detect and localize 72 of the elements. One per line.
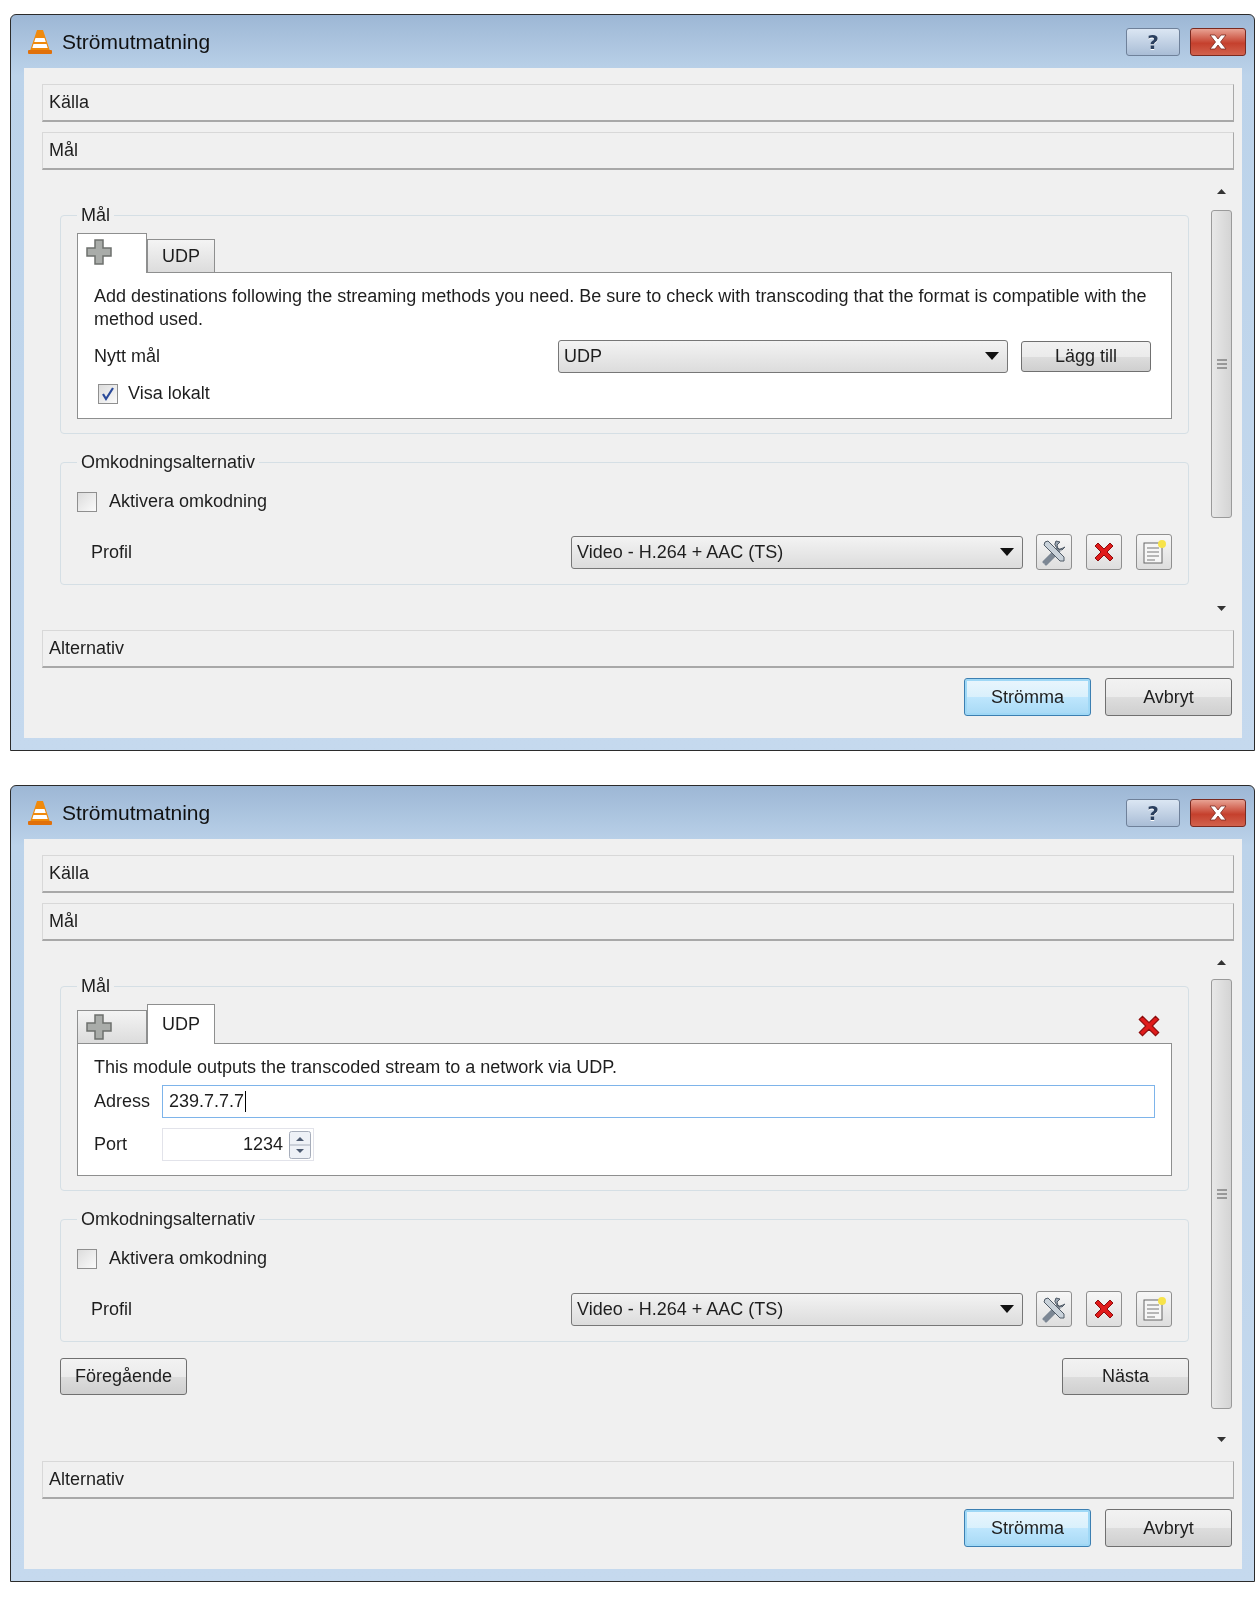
add-button[interactable]: Lägg till xyxy=(1021,340,1151,372)
edit-profile-button[interactable] xyxy=(1036,534,1072,570)
new-profile-button[interactable] xyxy=(1136,534,1172,570)
dialog-button[interactable]: Strömma xyxy=(964,678,1091,716)
checkbox-label: Visa lokalt xyxy=(128,383,210,404)
window-title: Strömutmatning xyxy=(62,800,212,825)
dialog-button[interactable]: Strömma xyxy=(964,1509,1091,1547)
dropdown[interactable]: UDP xyxy=(558,339,1008,373)
checkbox-label: Aktivera omkodning xyxy=(109,1248,268,1269)
group-title: Omkodningsalternativ xyxy=(80,452,257,473)
grip-icon xyxy=(1215,359,1228,369)
tools-icon xyxy=(1040,1295,1068,1323)
delete-profile-button[interactable] xyxy=(1086,534,1122,570)
description-text: Add destinations following the streaming methods you need. Be sure to check with transcoding that the format is compatible with the method used. xyxy=(94,285,1148,331)
plus-icon xyxy=(86,239,112,265)
profile-dropdown[interactable]: Video - H.264 + AAC (TS) xyxy=(571,1292,1023,1326)
field-label: Adress xyxy=(94,1091,150,1112)
previous-button[interactable]: Föregående xyxy=(60,1358,187,1395)
delete-icon xyxy=(1092,540,1116,564)
spinner-arrows-icon[interactable] xyxy=(289,1130,311,1159)
checkbox[interactable] xyxy=(77,1248,97,1269)
close-icon xyxy=(1207,803,1229,822)
window-title: Strömutmatning xyxy=(62,29,212,54)
new-profile-button[interactable] xyxy=(1136,1291,1172,1327)
add-tab[interactable] xyxy=(77,233,147,273)
section-header[interactable]: Mål xyxy=(42,903,1234,941)
field-label: Nytt mål xyxy=(94,345,161,367)
tab[interactable]: UDP xyxy=(147,239,215,272)
section-header[interactable]: Källa xyxy=(42,84,1234,122)
traffic-cone-icon xyxy=(28,28,52,55)
section-header[interactable]: Källa xyxy=(42,855,1234,893)
checkbox[interactable] xyxy=(77,491,97,512)
document-icon xyxy=(1141,1296,1167,1322)
close-icon xyxy=(1207,32,1229,51)
edit-profile-button[interactable] xyxy=(1036,1291,1072,1327)
document-icon xyxy=(1141,539,1167,565)
port-field[interactable]: 1234 xyxy=(162,1128,314,1161)
field-label: Profil xyxy=(91,1298,133,1320)
next-button[interactable]: Nästa xyxy=(1062,1358,1189,1395)
group-title: Mål xyxy=(80,976,111,997)
caret-icon xyxy=(985,352,999,360)
field-label: Port xyxy=(94,1134,128,1155)
scrollbar-thumb[interactable] xyxy=(1211,979,1232,1409)
dialog-button[interactable]: Avbryt xyxy=(1105,1509,1232,1547)
dialog-button[interactable]: Avbryt xyxy=(1105,678,1232,716)
section-header[interactable]: Alternativ xyxy=(42,1461,1234,1499)
tab[interactable]: UDP xyxy=(147,1004,215,1044)
section-header[interactable]: Alternativ xyxy=(42,630,1234,668)
add-tab[interactable] xyxy=(77,1010,147,1043)
grip-icon xyxy=(1215,1189,1228,1199)
caret-icon xyxy=(1000,1305,1014,1313)
group-title: Mål xyxy=(80,205,111,226)
group-title: Omkodningsalternativ xyxy=(80,1209,257,1230)
plus-icon xyxy=(86,1014,112,1040)
traffic-cone-icon xyxy=(28,799,52,826)
checkbox-label: Aktivera omkodning xyxy=(109,491,268,512)
close-button[interactable] xyxy=(1190,27,1246,56)
section-header[interactable]: Mål xyxy=(42,132,1234,170)
checkbox[interactable] xyxy=(98,383,118,404)
delete-profile-button[interactable] xyxy=(1086,1291,1122,1327)
address-field[interactable]: 239.7.7.7 xyxy=(162,1085,1155,1118)
close-button[interactable] xyxy=(1190,798,1246,827)
help-button[interactable]: ? xyxy=(1126,27,1180,56)
description-text: This module outputs the transcoded stream to a network via UDP. xyxy=(94,1056,618,1079)
remove-icon xyxy=(1136,1013,1162,1039)
caret-icon xyxy=(1000,548,1014,556)
scrollbar-thumb[interactable] xyxy=(1211,210,1232,518)
help-button[interactable]: ? xyxy=(1126,798,1180,827)
profile-dropdown[interactable]: Video - H.264 + AAC (TS) xyxy=(571,535,1023,569)
field-label: Profil xyxy=(91,541,133,563)
delete-icon xyxy=(1092,1297,1116,1321)
tools-icon xyxy=(1040,538,1068,566)
